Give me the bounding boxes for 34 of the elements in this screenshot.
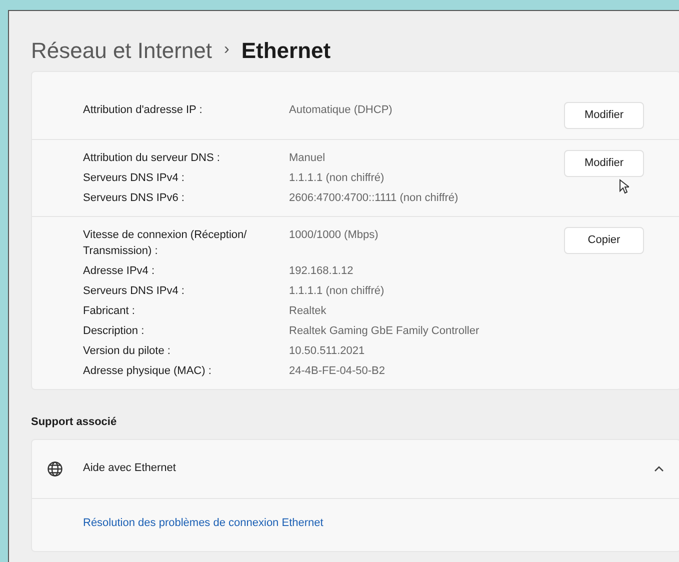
property-label: Version du pilote :: [83, 344, 172, 359]
action-button[interactable]: Modifier: [564, 150, 644, 177]
section-heading: Support associé: [31, 415, 118, 430]
property-value: Manuel: [289, 151, 326, 166]
property-label: Description :: [83, 324, 146, 339]
accordion-header[interactable]: Aide avec Ethernet: [32, 440, 679, 498]
globe-icon: [46, 460, 64, 478]
property-value: Automatique (DHCP): [289, 103, 392, 118]
accordion-title: Aide avec Ethernet: [83, 461, 177, 476]
property-label: Serveurs DNS IPv4 :: [83, 284, 186, 299]
property-label: Serveurs DNS IPv6 :: [83, 191, 186, 206]
property-value: Realtek: [289, 304, 326, 319]
property-label: Serveurs DNS IPv4 :: [83, 171, 186, 186]
property-value: 1.1.1.1 (non chiffré): [289, 284, 384, 299]
page-title: Ethernet: [241, 36, 331, 64]
property-label: Adresse physique (MAC) :: [83, 364, 212, 379]
breadcrumb-parent[interactable]: Réseau et Internet: [31, 34, 212, 66]
property-value: 2606:4700:4700::1111 (non chiffré): [289, 191, 458, 206]
property-value: 1000/1000 (Mbps): [289, 228, 378, 243]
breadcrumb-separator: ›: [224, 40, 230, 60]
troubleshoot-link[interactable]: Résolution des problèmes de connexion Ethernet: [83, 514, 679, 531]
property-label: Vitesse de connexion (Réception/ Transmission) :: [83, 228, 248, 259]
property-label: Attribution d'adresse IP :: [83, 103, 204, 118]
property-label: Fabricant :: [83, 304, 136, 319]
property-value: 10.50.511.2021: [289, 344, 365, 359]
action-button[interactable]: Modifier: [564, 102, 644, 129]
action-button[interactable]: Copier: [564, 227, 644, 254]
property-label: Adresse IPv4 :: [83, 264, 156, 279]
property-label: Attribution du serveur DNS :: [83, 151, 221, 166]
mouse-pointer-icon: [619, 179, 629, 194]
property-value: 24-4B-FE-04-50-B2: [289, 364, 385, 379]
property-value: Realtek Gaming GbE Family Controller: [289, 324, 480, 339]
property-value: 192.168.1.12: [289, 264, 354, 279]
property-value: 1.1.1.1 (non chiffré): [289, 171, 384, 186]
